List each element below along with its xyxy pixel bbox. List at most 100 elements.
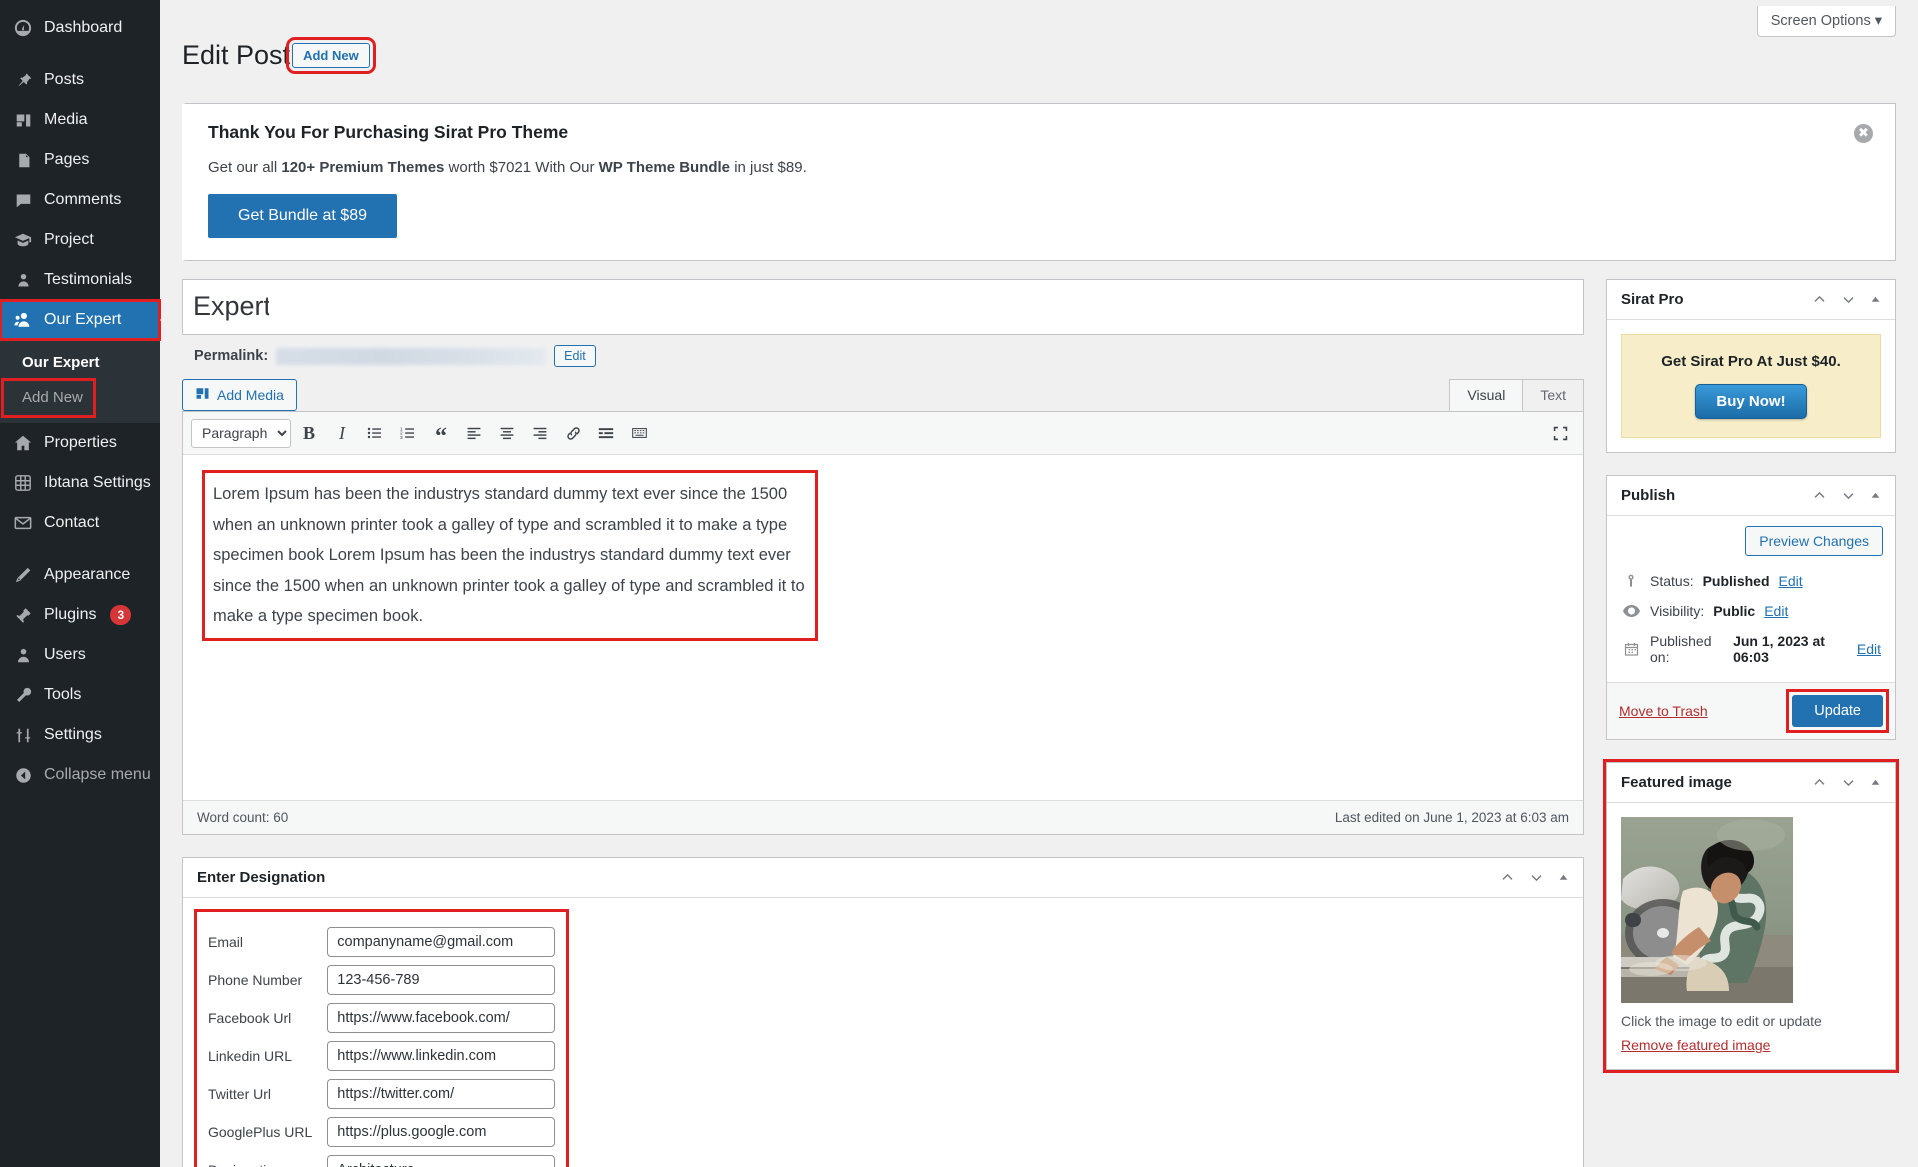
bold-icon[interactable]: B xyxy=(294,418,324,448)
sidebar-item-dashboard[interactable]: Dashboard xyxy=(0,8,160,48)
move-up-icon[interactable] xyxy=(1812,292,1827,307)
move-to-trash-link[interactable]: Move to Trash xyxy=(1619,703,1708,719)
read-more-icon[interactable] xyxy=(591,418,621,448)
submenu-item-add-new[interactable]: Add New xyxy=(1,377,96,418)
email-field[interactable] xyxy=(327,927,556,958)
email-cell xyxy=(326,926,556,958)
sidebar-item-appearance[interactable]: Appearance xyxy=(0,555,160,595)
sidebar-item-plugins[interactable]: Plugins 3 xyxy=(0,595,160,635)
sidebar-item-contact[interactable]: Contact xyxy=(0,503,160,543)
sidebar-item-users[interactable]: Users xyxy=(0,635,160,675)
move-down-icon[interactable] xyxy=(1841,775,1856,790)
sidebar-item-label: Collapse menu xyxy=(44,765,151,783)
update-button-wrapper: Update xyxy=(1786,689,1889,734)
sidebar-item-project[interactable]: Project xyxy=(0,220,160,260)
remove-featured-image-link[interactable]: Remove featured image xyxy=(1621,1037,1770,1053)
sidebar-item-media[interactable]: Media xyxy=(0,100,160,140)
editor-columns: Permalink: Edit Add Media Visual xyxy=(182,279,1899,1167)
phone-number-label: Phone Number xyxy=(208,972,303,989)
published-on-label: Published on: xyxy=(1650,633,1712,666)
screen-options-button[interactable]: Screen Options ▾ xyxy=(1756,6,1896,37)
permalink-edit-button[interactable]: Edit xyxy=(554,345,596,368)
editor-content-area[interactable]: Lorem Ipsum has been the industrys stand… xyxy=(183,455,1583,801)
title-container xyxy=(182,279,1584,336)
blockquote-icon[interactable]: “ xyxy=(426,418,456,449)
move-down-icon[interactable] xyxy=(1841,488,1856,503)
sidebar-item-our-expert[interactable]: Our Expert xyxy=(0,299,161,341)
featured-image-caption: Click the image to edit or update xyxy=(1621,1013,1822,1030)
designation-cell xyxy=(326,1154,556,1167)
toggle-panel-icon[interactable] xyxy=(1870,490,1881,501)
move-up-icon[interactable] xyxy=(1812,775,1827,790)
bulleted-list-icon[interactable] xyxy=(360,418,390,448)
editor-toolbar: Paragraph B I 123 “ xyxy=(183,412,1583,456)
toggle-panel-icon[interactable] xyxy=(1558,872,1569,883)
notice-body-mid: worth $7021 With Our xyxy=(444,159,599,177)
twitter-url-field[interactable] xyxy=(327,1079,556,1110)
last-edited: Last edited on June 1, 2023 at 6:03 am xyxy=(1334,810,1569,826)
tab-text[interactable]: Text xyxy=(1522,379,1584,412)
notice-body: Get our all 120+ Premium Themes worth $7… xyxy=(208,159,1873,176)
email-label: Email xyxy=(208,934,244,951)
visibility-label: Visibility: xyxy=(1650,603,1705,620)
update-button[interactable]: Update xyxy=(1792,695,1883,728)
word-count: Word count: 60 xyxy=(197,810,289,826)
align-left-icon[interactable] xyxy=(459,418,489,448)
post-title-input[interactable] xyxy=(183,280,279,335)
collapse-icon xyxy=(12,764,34,786)
align-center-icon[interactable] xyxy=(492,418,522,448)
italic-icon[interactable]: I xyxy=(327,418,357,448)
designation-field[interactable] xyxy=(327,1155,556,1167)
sidebar-item-pages[interactable]: Pages xyxy=(0,140,160,180)
move-up-icon[interactable] xyxy=(1812,488,1827,503)
numbered-list-icon[interactable]: 123 xyxy=(393,418,423,448)
designation-fields-table: Email Phone Number Faceboo xyxy=(207,920,556,1167)
sidebar-item-settings[interactable]: Settings xyxy=(0,715,160,755)
notice-body-pre: Get our all xyxy=(208,159,282,177)
googleplus-url-label: GooglePlus URL xyxy=(208,1124,313,1141)
paragraph-format-select[interactable]: Paragraph xyxy=(191,418,291,448)
tab-visual[interactable]: Visual xyxy=(1449,379,1524,412)
facebook-url-field[interactable] xyxy=(327,1003,556,1034)
toggle-panel-icon[interactable] xyxy=(1870,777,1881,788)
sidebar-item-tools[interactable]: Tools xyxy=(0,675,160,715)
sidebar-item-testimonials[interactable]: Testimonials xyxy=(0,260,160,300)
phone-number-field[interactable] xyxy=(327,965,556,996)
buy-now-button[interactable]: Buy Now! xyxy=(1695,384,1807,420)
twitter-url-cell xyxy=(326,1078,556,1110)
move-down-icon[interactable] xyxy=(1529,870,1544,885)
status-value: Published xyxy=(1702,573,1770,590)
toggle-panel-icon[interactable] xyxy=(1870,294,1881,305)
move-down-icon[interactable] xyxy=(1841,292,1856,307)
menu-separator xyxy=(0,543,160,555)
featured-image-thumbnail[interactable] xyxy=(1621,817,1793,1004)
settings-icon xyxy=(12,724,34,746)
visibility-edit-link[interactable]: Edit xyxy=(1764,603,1788,619)
preview-changes-button[interactable]: Preview Changes xyxy=(1745,526,1883,557)
editor-mode-tabs: Visual Text xyxy=(1449,379,1584,412)
move-up-icon[interactable] xyxy=(1500,870,1515,885)
post-content-paragraph[interactable]: Lorem Ipsum has been the industrys stand… xyxy=(202,470,818,641)
sidebar-item-collapse-menu[interactable]: Collapse menu xyxy=(0,755,160,795)
status-edit-link[interactable]: Edit xyxy=(1779,573,1803,589)
metabox-handles xyxy=(1812,775,1881,790)
designation-metabox-header: Enter Designation xyxy=(183,858,1583,899)
submenu-item-our-expert[interactable]: Our Expert xyxy=(0,346,160,381)
notice-heading: Thank You For Purchasing Sirat Pro Theme xyxy=(208,122,569,143)
add-new-button[interactable]: Add New xyxy=(286,37,376,75)
linkedin-url-field[interactable] xyxy=(327,1041,556,1072)
googleplus-url-field[interactable] xyxy=(327,1117,556,1148)
fullscreen-icon[interactable] xyxy=(1545,418,1575,448)
link-icon[interactable] xyxy=(558,418,588,448)
toolbar-toggle-icon[interactable] xyxy=(624,418,654,448)
visibility-value: Public xyxy=(1713,603,1756,620)
published-on-edit-link[interactable]: Edit xyxy=(1857,641,1881,657)
sidebar-item-ibtana-settings[interactable]: Ibtana Settings xyxy=(0,463,160,503)
sidebar-item-posts[interactable]: Posts xyxy=(0,60,160,100)
align-right-icon[interactable] xyxy=(525,418,555,448)
editor-container: Paragraph B I 123 “ Lorem Ipsum has been… xyxy=(182,411,1584,836)
sidebar-item-properties[interactable]: Properties xyxy=(0,423,160,463)
add-media-button[interactable]: Add Media xyxy=(182,379,297,412)
get-bundle-button[interactable]: Get Bundle at $89 xyxy=(208,194,397,239)
sidebar-item-comments[interactable]: Comments xyxy=(0,180,160,220)
